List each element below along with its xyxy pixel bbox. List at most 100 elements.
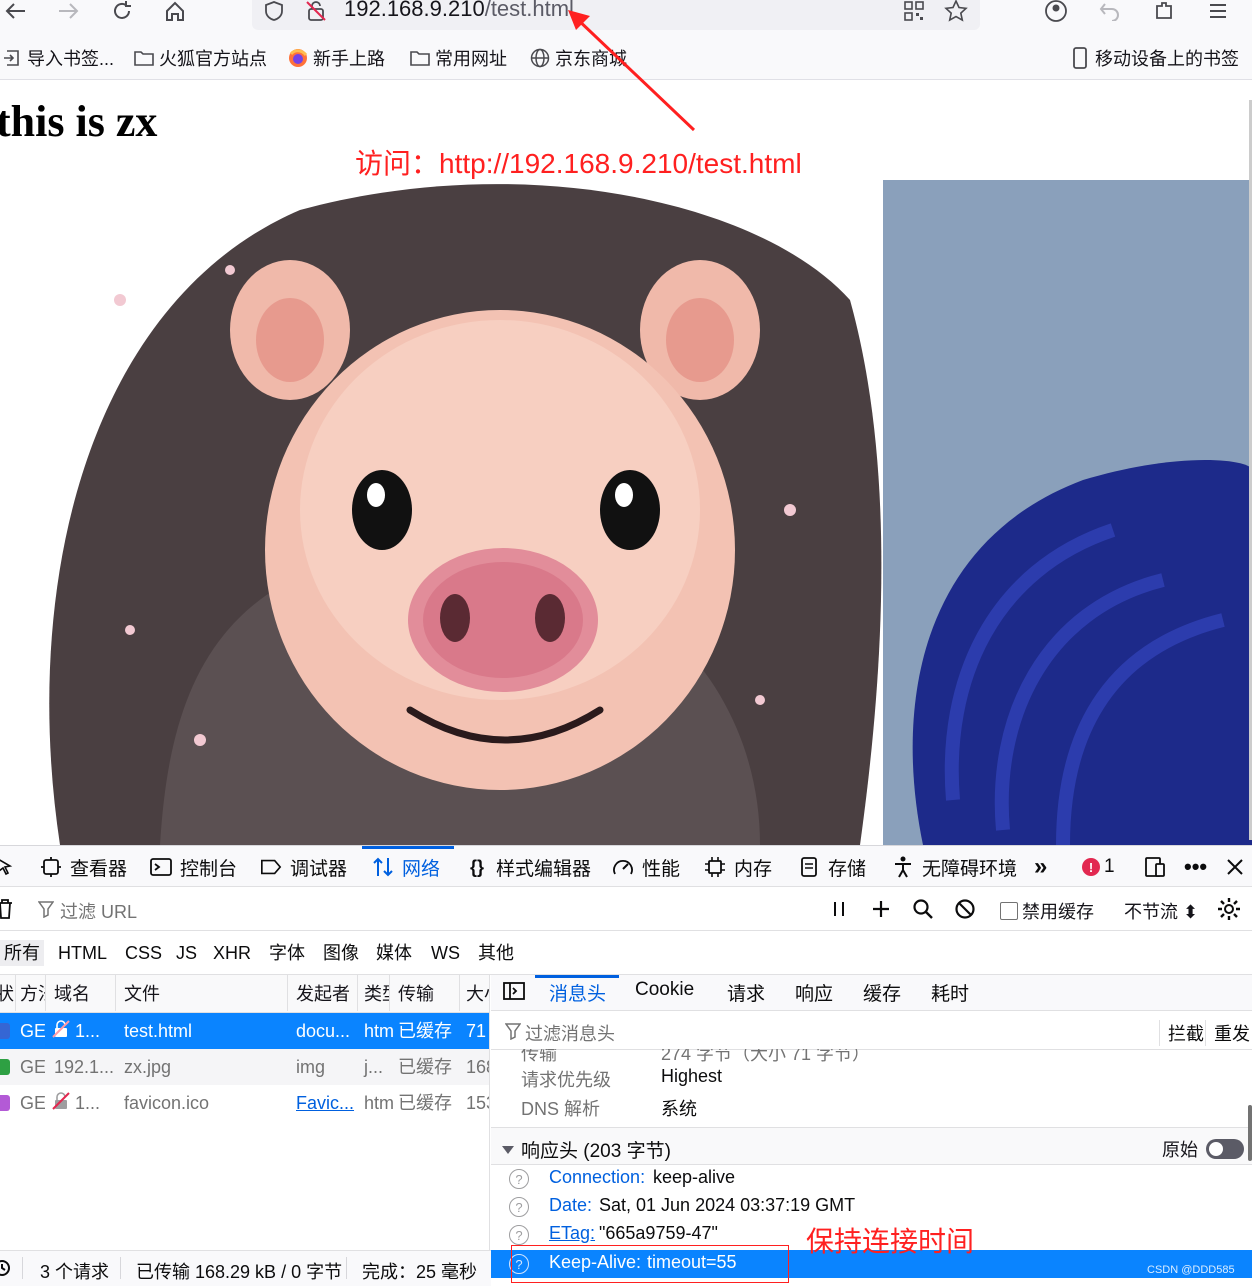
headers-filter-input[interactable]: 过滤消息头	[504, 1020, 615, 1046]
tab-cache[interactable]: 缓存	[863, 979, 901, 1006]
tab-accessibility[interactable]: 无障碍环境	[892, 852, 1017, 882]
insecure-lock-icon[interactable]	[302, 0, 330, 24]
qr-code-icon[interactable]	[900, 0, 928, 24]
cell-initiator[interactable]: Favic...	[288, 1085, 358, 1121]
filter-media[interactable]: 媒体	[372, 940, 416, 966]
table-row[interactable]: GET 1... test.html docu... html 已缓存 71	[0, 1013, 489, 1049]
tab-network[interactable]: 网络	[372, 852, 440, 882]
add-request-icon[interactable]	[868, 897, 894, 921]
forward-button[interactable]	[52, 0, 84, 22]
watermark: CSDN @DDD585	[1147, 1264, 1235, 1276]
url-filter-input[interactable]: 过滤 URL	[37, 898, 137, 924]
bookmark-star-icon[interactable]	[942, 0, 970, 24]
photo-image-right	[883, 180, 1252, 845]
bookmark-common-sites[interactable]: 常用网址	[410, 46, 507, 70]
tab-timings[interactable]: 耗时	[931, 979, 969, 1006]
filter-fonts[interactable]: 字体	[265, 940, 309, 966]
column-method[interactable]: 方法	[16, 975, 46, 1011]
url-text[interactable]: 192.168.9.210/test.html	[344, 0, 574, 22]
bookmark-import[interactable]: 导入书签...	[2, 46, 114, 70]
disable-cache-checkbox[interactable]: 禁用缓存	[1000, 898, 1094, 924]
error-count[interactable]: 1	[1104, 852, 1115, 882]
clear-trash-icon[interactable]	[0, 897, 18, 921]
bookmark-mobile[interactable]: 移动设备上的书签	[1070, 46, 1239, 70]
tab-response[interactable]: 响应	[795, 979, 833, 1006]
keepalive-highlight-box	[511, 1245, 789, 1283]
tab-cookies[interactable]: Cookie	[635, 979, 694, 1001]
column-size[interactable]: 大小	[460, 975, 489, 1011]
tab-headers[interactable]: 消息头	[549, 979, 606, 1006]
headers-filter-bar: 过滤消息头 拦截 重发	[491, 1012, 1252, 1050]
block-button[interactable]: 拦截	[1159, 1020, 1204, 1046]
search-icon[interactable]	[910, 897, 936, 921]
shield-icon[interactable]	[260, 0, 288, 24]
home-button[interactable]	[159, 0, 191, 22]
help-question-icon[interactable]: ?	[509, 1225, 529, 1245]
header-row[interactable]: ? Date: Sat, 01 Jun 2024 03:37:19 GMT	[491, 1193, 1252, 1221]
tab-console[interactable]: 控制台	[150, 852, 237, 882]
filter-xhr[interactable]: XHR	[209, 940, 255, 966]
reload-stats-icon[interactable]	[0, 1256, 14, 1283]
close-devtools-button[interactable]	[1224, 852, 1246, 882]
toggle-sidebar-icon[interactable]	[503, 981, 525, 1007]
tab-performance[interactable]: 性能	[612, 852, 680, 882]
column-domain[interactable]: 域名	[46, 975, 116, 1011]
element-picker-button[interactable]	[0, 852, 16, 882]
filter-html[interactable]: HTML	[54, 940, 111, 966]
account-button[interactable]	[1040, 0, 1072, 22]
column-transfer[interactable]: 传输	[390, 975, 460, 1011]
undo-close-button[interactable]	[1094, 0, 1126, 22]
forward-arrow-icon	[59, 3, 79, 19]
error-badge-icon[interactable]: !	[1082, 858, 1100, 876]
detail-scrollbar[interactable]	[1248, 1105, 1252, 1161]
raw-toggle-label: 原始	[1162, 1140, 1198, 1160]
tab-style-editor[interactable]: {} 样式编辑器	[466, 852, 591, 882]
table-row[interactable]: GET 1... favicon.ico Favic... html 已缓存 1…	[0, 1085, 489, 1121]
tab-label: 内存	[734, 858, 773, 880]
resend-button[interactable]: 重发	[1205, 1020, 1250, 1046]
raw-toggle[interactable]: 原始	[1162, 1136, 1244, 1162]
cell-domain: 192.1...	[54, 1057, 115, 1077]
more-tabs-button[interactable]: »	[1034, 852, 1047, 882]
header-name[interactable]: ETag:	[549, 1223, 595, 1244]
devtools-options-button[interactable]: •••	[1184, 852, 1207, 882]
back-button[interactable]	[0, 0, 32, 22]
responsive-mode-button[interactable]	[1144, 852, 1166, 882]
table-row[interactable]: GET 192.1... zx.jpg img j... 已缓存 168	[0, 1049, 489, 1085]
filter-ws[interactable]: WS	[427, 940, 464, 966]
tab-debugger[interactable]: 调试器	[260, 852, 347, 882]
folder-icon	[134, 48, 154, 68]
header-name: Connection:	[549, 1167, 646, 1187]
column-initiator[interactable]: 发起者	[288, 975, 358, 1011]
response-headers-section[interactable]: 响应头 (203 字节) 原始	[491, 1127, 1252, 1165]
tab-request[interactable]: 请求	[727, 979, 765, 1006]
filter-css[interactable]: CSS	[121, 940, 166, 966]
tab-storage[interactable]: 存储	[798, 852, 866, 882]
throttle-select[interactable]: 不节流 ⬍	[1124, 898, 1198, 924]
column-status[interactable]: 状	[0, 975, 16, 1011]
collapse-triangle-icon	[501, 1139, 515, 1161]
help-question-icon[interactable]: ?	[509, 1169, 529, 1189]
header-row[interactable]: ? Connection: keep-alive	[491, 1165, 1252, 1193]
filter-all[interactable]: 所有	[0, 940, 44, 966]
filter-other[interactable]: 其他	[474, 940, 518, 966]
block-icon[interactable]	[952, 897, 978, 921]
initiator-link[interactable]: Favic...	[296, 1093, 354, 1113]
menu-button[interactable]	[1202, 0, 1234, 22]
reload-button[interactable]	[106, 0, 138, 22]
tab-label: 性能	[642, 858, 681, 880]
extensions-button[interactable]	[1148, 0, 1180, 22]
tab-inspector[interactable]: 查看器	[40, 852, 127, 882]
filter-images[interactable]: 图像	[319, 940, 363, 966]
cell-size: 153	[466, 1093, 489, 1113]
filter-js[interactable]: JS	[172, 940, 201, 966]
gear-icon[interactable]	[1216, 897, 1242, 921]
pause-icon[interactable]	[826, 897, 852, 921]
tab-memory[interactable]: 内存	[704, 852, 772, 882]
bookmark-firefox-site[interactable]: 火狐官方站点	[134, 46, 267, 70]
close-icon	[1224, 856, 1246, 878]
bookmark-getting-started[interactable]: 新手上路	[288, 46, 385, 70]
column-type[interactable]: 类型	[358, 975, 390, 1011]
column-file[interactable]: 文件	[116, 975, 288, 1011]
help-question-icon[interactable]: ?	[509, 1197, 529, 1217]
